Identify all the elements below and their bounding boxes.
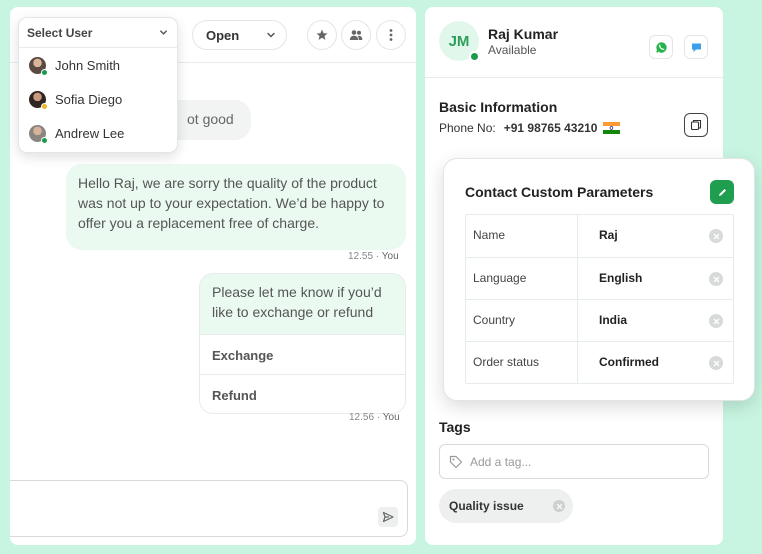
- card-message-text: Please let me know if you’d like to exch…: [200, 274, 405, 334]
- table-row: Name Raj: [466, 215, 733, 257]
- user-option-sofia-diego[interactable]: Sofia Diego: [19, 82, 177, 116]
- tag-icon: [449, 455, 463, 469]
- conversation-status-select[interactable]: Open: [192, 20, 287, 50]
- whatsapp-icon: [655, 41, 667, 53]
- param-key: Order status: [466, 342, 578, 383]
- kebab-menu-icon: [389, 29, 393, 41]
- star-icon: [316, 29, 328, 40]
- close-icon: [713, 360, 719, 366]
- avatar: [29, 124, 48, 144]
- phone-row: Phone No: +91 98765 43210: [439, 121, 621, 135]
- user-option-label: Andrew Lee: [55, 125, 125, 141]
- interactive-message-card: Please let me know if you’d like to exch…: [199, 273, 406, 414]
- send-icon: [382, 511, 394, 523]
- chat-button[interactable]: [684, 35, 708, 59]
- phone-label: Phone No:: [439, 121, 496, 135]
- message-composer[interactable]: [10, 480, 408, 537]
- avatar: [29, 90, 48, 110]
- send-button[interactable]: [378, 507, 398, 527]
- table-row: Country India: [466, 299, 733, 341]
- tags-title: Tags: [439, 419, 471, 435]
- assign-users-button[interactable]: [341, 20, 371, 50]
- status-dot: [41, 102, 48, 110]
- more-options-button[interactable]: [376, 20, 406, 50]
- close-icon: [556, 503, 562, 509]
- remove-param-button[interactable]: [709, 272, 723, 286]
- message-time: 12.55: [348, 251, 374, 262]
- user-option-label: John Smith: [55, 57, 121, 73]
- card-option-refund[interactable]: Refund: [200, 374, 405, 413]
- outgoing-message: Hello Raj, we are sorry the quality of t…: [66, 164, 406, 250]
- status-dot: [41, 68, 48, 76]
- incoming-message-text: ot good: [187, 111, 234, 127]
- user-option-label: Sofia Diego: [55, 91, 123, 107]
- chat-bubble-icon: [691, 43, 701, 52]
- remove-param-button[interactable]: [709, 356, 723, 370]
- contact-header: JM Raj Kumar Available: [425, 7, 723, 78]
- param-key: Country: [466, 300, 578, 341]
- add-tag-placeholder: Add a tag...: [470, 455, 532, 469]
- user-option-andrew-lee[interactable]: Andrew Lee: [19, 116, 177, 150]
- card-option-exchange[interactable]: Exchange: [200, 334, 405, 374]
- contact-avatar: JM: [439, 21, 480, 62]
- pencil-icon: [718, 188, 726, 196]
- tag-label: Quality issue: [449, 499, 524, 513]
- tag-chip: Quality issue: [439, 489, 573, 523]
- contact-status: Available: [488, 43, 537, 57]
- remove-param-button[interactable]: [709, 314, 723, 328]
- contact-name: Raj Kumar: [488, 26, 559, 42]
- user-option-john-smith[interactable]: John Smith: [19, 48, 177, 82]
- close-icon: [713, 276, 719, 282]
- avatar: [29, 56, 48, 76]
- param-key: Language: [466, 258, 578, 299]
- india-flag-icon: [603, 122, 621, 134]
- online-status-dot: [469, 51, 480, 62]
- close-icon: [713, 233, 719, 239]
- message-sender: You: [382, 412, 400, 423]
- card-message-meta: 12.56 · You: [349, 412, 400, 423]
- chevron-down-icon: [267, 32, 275, 38]
- phone-number: +91 98765 43210: [503, 121, 598, 135]
- close-icon: [713, 318, 719, 324]
- param-key: Name: [466, 215, 578, 257]
- copy-icon: [690, 119, 702, 131]
- remove-tag-button[interactable]: [553, 500, 565, 512]
- outgoing-message-text: Hello Raj, we are sorry the quality of t…: [78, 175, 385, 231]
- table-row: Language English: [466, 257, 733, 299]
- copy-button[interactable]: [684, 113, 708, 137]
- status-select-value: Open: [206, 28, 240, 43]
- custom-parameters-title: Contact Custom Parameters: [465, 184, 654, 200]
- basic-information-title: Basic Information: [439, 99, 558, 115]
- select-user-dropdown[interactable]: Select User John Smith Sofia Diego Andre…: [18, 17, 178, 153]
- contact-initials: JM: [448, 32, 470, 50]
- outgoing-message-meta: 12.55 · You: [348, 251, 399, 262]
- whatsapp-button[interactable]: [649, 35, 673, 59]
- table-row: Order status Confirmed: [466, 341, 733, 383]
- add-tag-input[interactable]: Add a tag...: [439, 444, 709, 479]
- message-time: 12.56: [349, 412, 375, 423]
- select-user-trigger[interactable]: Select User: [19, 18, 177, 48]
- remove-param-button[interactable]: [709, 229, 723, 243]
- parameters-table: Name Raj Language English Country India …: [465, 214, 734, 384]
- select-user-placeholder: Select User: [27, 26, 93, 40]
- users-icon: [349, 30, 363, 40]
- custom-parameters-popup: Contact Custom Parameters Name Raj Langu…: [443, 158, 755, 401]
- star-button[interactable]: [307, 20, 337, 50]
- status-dot: [41, 136, 48, 144]
- edit-parameters-button[interactable]: [710, 180, 734, 204]
- chevron-down-icon: [160, 30, 167, 35]
- message-sender: You: [381, 251, 399, 262]
